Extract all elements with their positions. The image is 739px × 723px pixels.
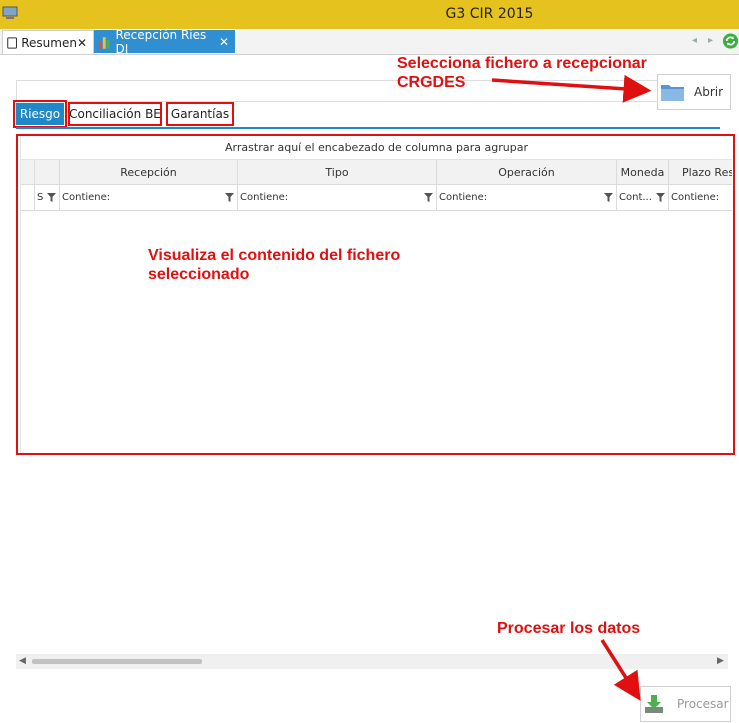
tab-scroll-left-icon[interactable]: ◂ — [692, 35, 697, 46]
download-icon — [645, 695, 663, 713]
tab-scroll-right-icon[interactable]: ▸ — [708, 35, 713, 46]
process-button[interactable]: Procesar — [640, 686, 731, 722]
subtab-garantias[interactable]: Garantías — [166, 102, 234, 126]
annotation-line: seleccionado — [148, 266, 250, 283]
chart-icon — [98, 36, 110, 49]
document-tab-strip: Resumen ✕ Recepción Ries DI ✕ ◂ ▸ — [0, 27, 739, 56]
tab-recepcion[interactable]: Recepción Ries DI ✕ — [94, 27, 235, 56]
subtab-conciliacion-be[interactable]: Conciliación BE — [68, 102, 162, 126]
open-button[interactable]: Abrir — [657, 74, 731, 110]
close-icon[interactable]: ✕ — [77, 36, 87, 50]
close-icon[interactable]: ✕ — [219, 35, 229, 49]
open-button-label: Abrir — [694, 85, 724, 99]
tab-label: Resumen — [21, 35, 77, 50]
annotation-process-hint: Procesar los datos — [497, 620, 641, 637]
folder-icon — [661, 85, 684, 101]
scroll-left-icon[interactable]: ◀ — [19, 656, 26, 666]
subtab-riesgo[interactable]: Riesgo — [13, 100, 67, 128]
scroll-right-icon[interactable]: ▶ — [717, 656, 724, 666]
tab-resumen[interactable]: Resumen ✕ — [2, 30, 94, 54]
horizontal-scrollbar[interactable]: ◀ ▶ — [16, 654, 728, 669]
annotation-line: CRGDES — [397, 74, 466, 91]
annotation-line: Visualiza el contenido del fichero — [148, 247, 401, 264]
grid-highlight-frame — [16, 134, 735, 455]
subtab-underline — [16, 127, 720, 129]
annotation-line: Selecciona fichero a recepcionar — [397, 55, 647, 72]
annotation-open-hint: Selecciona fichero a recepcionar CRGDES — [397, 54, 647, 92]
annotation-content-hint: Visualiza el contenido del fichero selec… — [148, 246, 400, 284]
window-title: G3 CIR 2015 — [445, 6, 534, 22]
title-bar: G3 CIR 2015 — [0, 0, 739, 29]
tab-label: Recepción Ries DI — [115, 27, 207, 56]
process-button-label: Procesar — [677, 697, 729, 711]
scrollbar-thumb[interactable] — [32, 659, 202, 664]
refresh-icon[interactable] — [722, 32, 739, 50]
document-icon — [7, 36, 17, 49]
